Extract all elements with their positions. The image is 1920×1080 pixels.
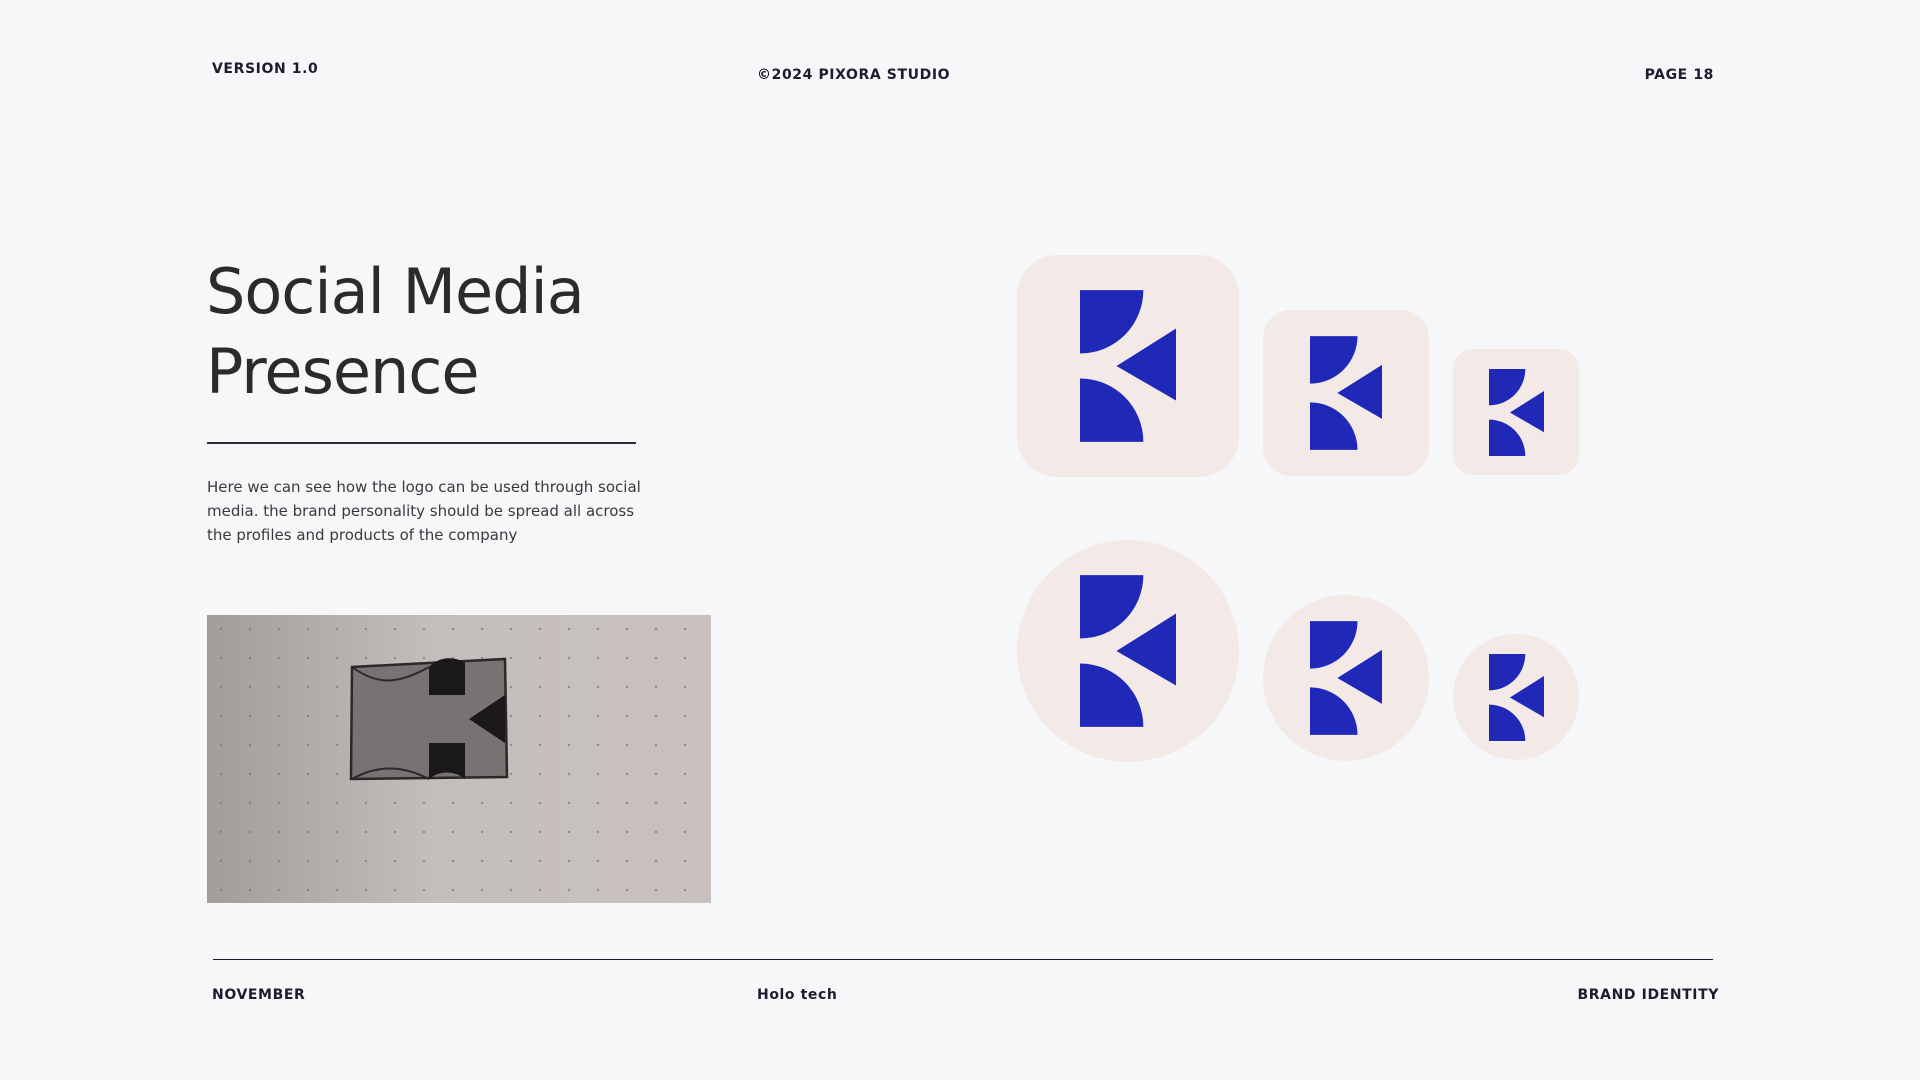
footer-section: BRAND IDENTITY xyxy=(1577,987,1719,1003)
footer-divider xyxy=(213,959,1713,960)
slide: VERSION 1.0 ©2024 PIXORA STUDIO PAGE 18 … xyxy=(0,0,1920,1080)
logo-sketch-image xyxy=(207,615,711,903)
title-divider xyxy=(207,442,636,444)
page-title: Social Media Presence xyxy=(206,252,726,412)
k-mark-icon xyxy=(1488,368,1544,456)
k-mark-icon xyxy=(1080,290,1176,442)
title-line-1: Social Media xyxy=(206,255,585,328)
rounded-square-avatar-small xyxy=(1453,349,1579,475)
circle-avatar-small xyxy=(1453,634,1579,760)
k-mark-icon xyxy=(1488,653,1544,741)
k-mark-icon xyxy=(1310,621,1382,735)
rounded-square-avatar-medium xyxy=(1263,310,1429,476)
copyright-label: ©2024 PIXORA STUDIO xyxy=(757,67,951,83)
title-line-2: Presence xyxy=(206,335,480,408)
k-mark-icon xyxy=(1310,336,1382,450)
footer-month: NOVEMBER xyxy=(212,987,306,1003)
version-label: VERSION 1.0 xyxy=(212,61,319,77)
footer-company: Holo tech xyxy=(757,987,838,1003)
k-mark-icon xyxy=(1080,575,1176,727)
description-text: Here we can see how the logo can be used… xyxy=(207,478,641,544)
circle-avatar-large xyxy=(1017,540,1239,762)
circle-avatar-medium xyxy=(1263,595,1429,761)
rounded-square-avatar-large xyxy=(1017,255,1239,477)
page-number: PAGE 18 xyxy=(1644,67,1714,83)
